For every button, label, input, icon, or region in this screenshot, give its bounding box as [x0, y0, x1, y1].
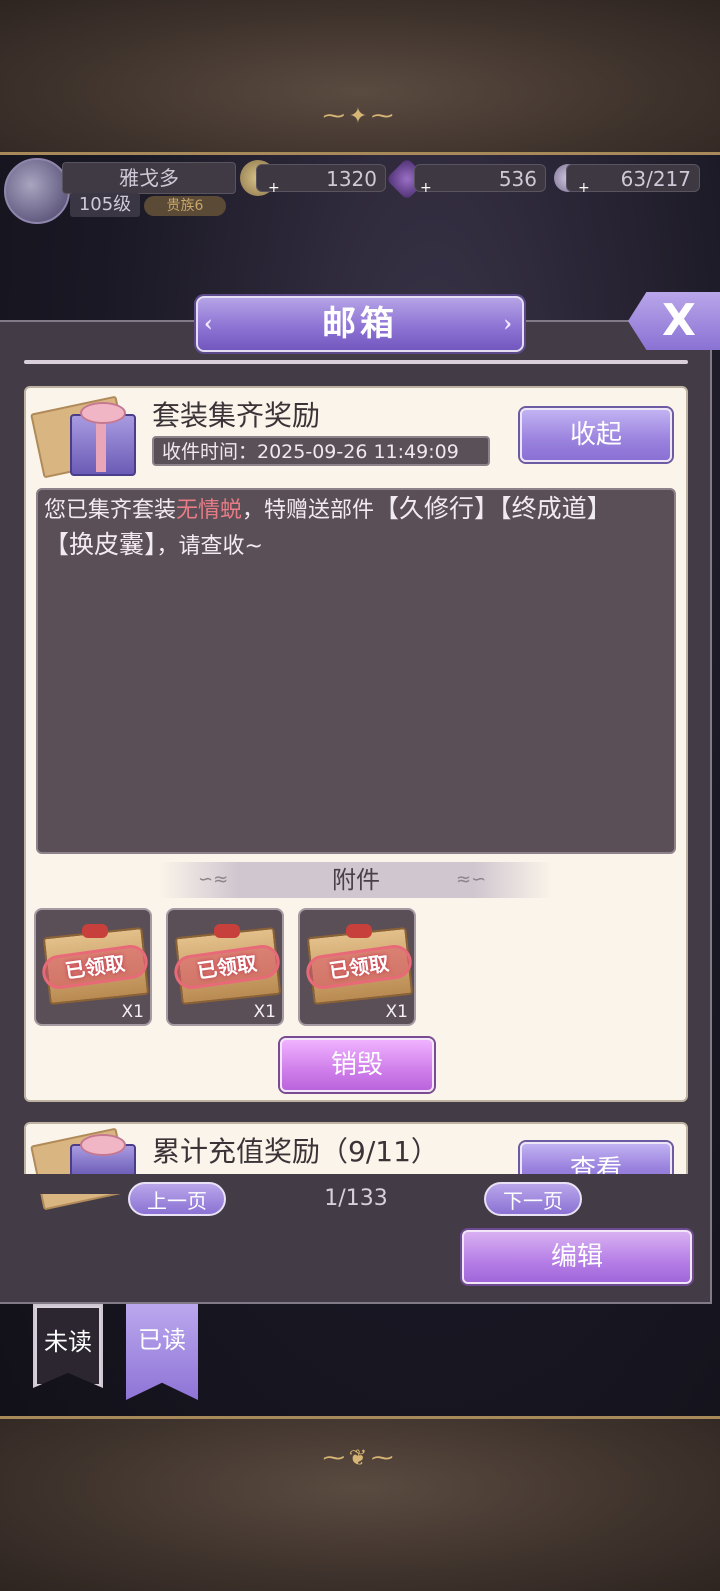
gift-bow: [80, 1134, 126, 1156]
collapse-button[interactable]: 收起: [520, 408, 672, 462]
item-quantity: X1: [121, 1002, 144, 1022]
body-item-3: 【换皮囊】: [44, 530, 157, 559]
add-diamonds-icon[interactable]: +: [420, 180, 432, 196]
diamond-count: 536: [414, 164, 546, 192]
item-quantity: X1: [253, 1002, 276, 1022]
vip-badge: 贵族6: [144, 196, 226, 216]
seal-icon: [82, 924, 108, 938]
seal-icon: [346, 924, 372, 938]
mail-title: 套装集齐奖励: [152, 399, 321, 432]
panel-divider: [24, 360, 688, 364]
next-page-button[interactable]: 下一页: [484, 1182, 582, 1216]
attachment-item[interactable]: 已领取 X1: [166, 908, 284, 1026]
mail-body: 您已集齐套装无情蜕，特赠送部件【久修行】【终成道】 【换皮囊】，请查收~: [36, 488, 676, 854]
body-text-1: 您已集齐套装: [44, 498, 177, 523]
attachment-item[interactable]: 已领取 X1: [298, 908, 416, 1026]
title-right-arrow-icon: ›: [503, 311, 516, 337]
body-item-1: 【久修行】: [374, 494, 500, 523]
mail-received-time: 收件时间：2025-09-26 11:49:09: [152, 436, 490, 466]
add-coins-icon[interactable]: +: [268, 180, 280, 196]
gift-bow: [80, 402, 126, 424]
attach-right-flourish-icon: ≈∽: [456, 869, 487, 890]
mailbox-title: ‹ 邮箱 ›: [196, 296, 524, 352]
player-avatar[interactable]: [4, 158, 70, 224]
body-item-2: 【终成道】: [499, 494, 612, 523]
player-level: 105级: [70, 193, 140, 217]
destroy-button[interactable]: 销毁: [280, 1038, 434, 1092]
bottom-flourish-icon: ⁓❦⁓: [322, 1446, 398, 1471]
player-name: 雅戈多: [62, 162, 236, 194]
bottom-ornament-band: [0, 1416, 720, 1591]
mailbox-title-text: 邮箱: [322, 304, 398, 344]
page-indicator: 1/133: [324, 1186, 388, 1211]
top-flourish-icon: ⁓✦⁓: [322, 104, 398, 129]
body-text-3: ，请查收~: [156, 534, 263, 559]
prev-page-button[interactable]: 上一页: [128, 1182, 226, 1216]
close-button[interactable]: X: [628, 292, 720, 350]
body-text-2: ，特赠送部件: [242, 498, 375, 523]
edit-button[interactable]: 编辑: [462, 1230, 692, 1284]
attach-left-flourish-icon: ∽≈: [198, 869, 229, 890]
item-quantity: X1: [385, 1002, 408, 1022]
seal-icon: [214, 924, 240, 938]
attachment-item[interactable]: 已领取 X1: [34, 908, 152, 1026]
add-stamina-icon[interactable]: +: [578, 180, 590, 196]
mail-2-title: 累计充值奖励（9/11）: [152, 1135, 439, 1168]
title-left-arrow-icon: ‹: [204, 311, 217, 337]
body-highlight-set: 无情蜕: [176, 498, 243, 523]
top-ornament-band: [0, 0, 720, 155]
